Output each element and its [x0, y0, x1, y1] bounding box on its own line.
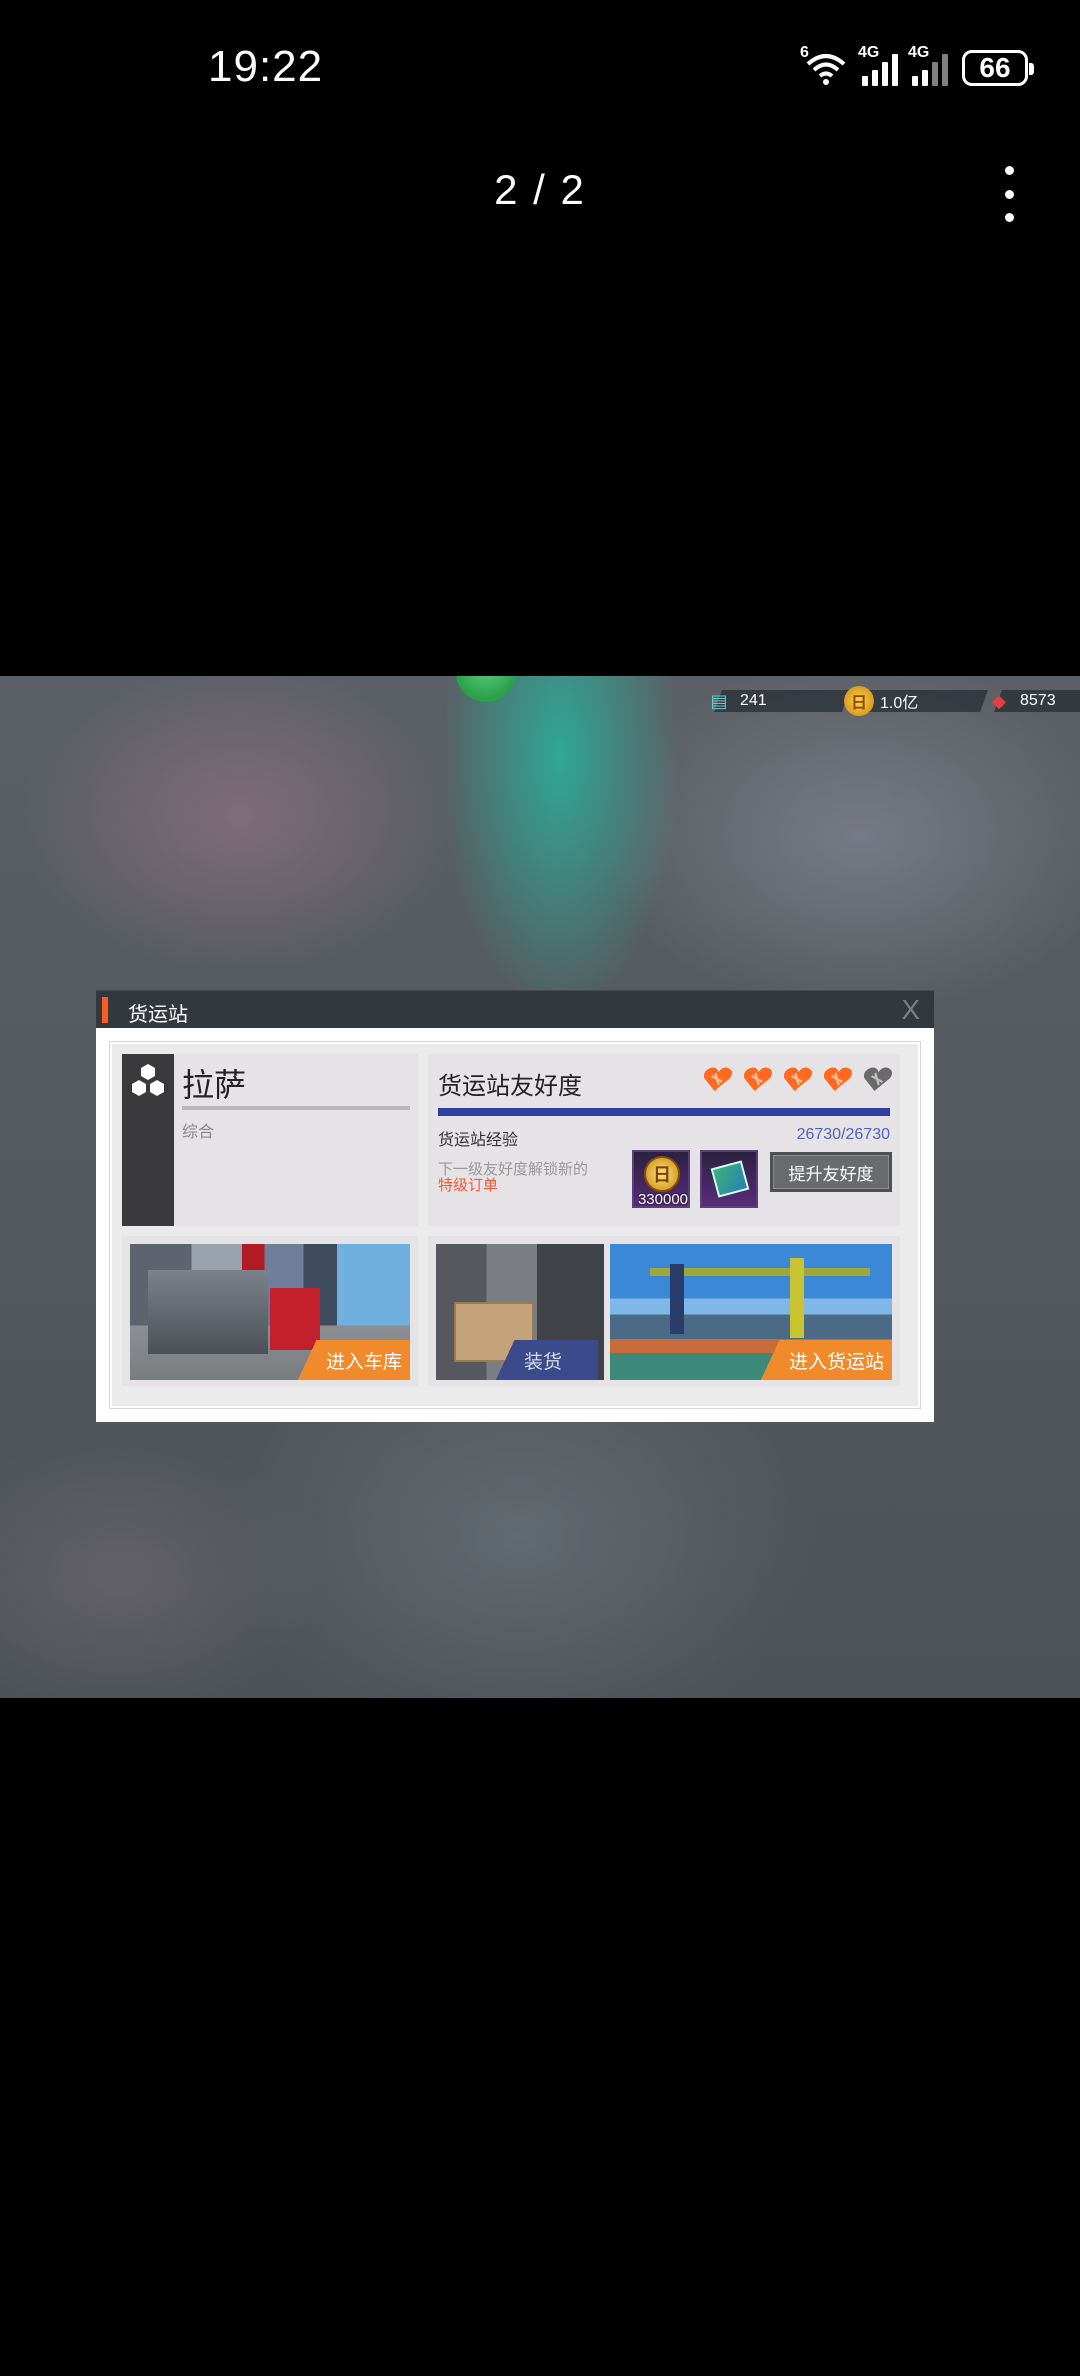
ticket-icon: ▤ [710, 690, 728, 711]
heart-filled-icon [783, 1067, 813, 1091]
station-strip [122, 1054, 174, 1226]
truck-image [148, 1270, 268, 1354]
status-bar: 19:22 6 4G 4G 66 [0, 0, 1080, 140]
next-level-highlight: 特级订单 [438, 1177, 499, 1194]
close-icon[interactable]: X [901, 993, 920, 1027]
crane-image [670, 1264, 684, 1334]
next-level-text: 下一级友好度解锁新的 特级订单 [438, 1162, 588, 1194]
heart-empty-icon [863, 1067, 893, 1091]
friendship-title: 货运站友好度 [438, 1073, 582, 1100]
game-screenshot: ▤ 241 日 1.0亿 ◆ 8573 货运站 X 拉萨 综合 货运站友好度 货… [0, 676, 1080, 1698]
dialog-header: 货运站 X [96, 990, 934, 1028]
tickets-value: 241 [740, 692, 767, 709]
more-vertical-icon[interactable] [994, 166, 1024, 222]
dialog-content: 拉萨 综合 货运站友好度 货运站经验 26730/26730 下一级友好度解锁新… [110, 1042, 920, 1408]
cell-signal-1-icon: 4G [858, 44, 898, 86]
reward-ticket[interactable] [700, 1150, 758, 1208]
enter-station-button[interactable]: 进入货运站 [752, 1340, 892, 1380]
cell-signal-1-label: 4G [858, 44, 880, 61]
station-divider [182, 1106, 410, 1110]
status-icons: 6 4G 4G 66 [800, 44, 1034, 90]
currency-gold: 日 1.0亿 [844, 686, 989, 716]
loading-card: 装货 进入货运站 [428, 1236, 900, 1386]
gem-icon: ◆ [992, 690, 1006, 711]
currency-gems: ◆ 8573 [984, 686, 1080, 716]
heart-filled-icon [703, 1067, 733, 1091]
cell-signal-2-label: 4G [908, 44, 930, 61]
page-indicator: 2 / 2 [494, 166, 586, 213]
dialog-title: 货运站 [128, 1004, 188, 1026]
station-type: 综合 [182, 1124, 215, 1141]
load-cargo-button[interactable]: 装货 [488, 1340, 598, 1380]
upgrade-friendship-button[interactable]: 提升友好度 [770, 1152, 892, 1192]
ticket-icon [710, 1160, 750, 1198]
garage-card[interactable]: 进入车库 [122, 1236, 418, 1386]
battery-level: 66 [979, 52, 1011, 83]
gold-coin-icon: 日 [644, 1156, 680, 1192]
next-level-desc: 下一级友好度解锁新的 [438, 1161, 589, 1178]
gems-value: 8573 [1020, 692, 1056, 709]
gold-coin-icon: 日 [844, 686, 874, 716]
friendship-hearts [702, 1066, 893, 1092]
battery-icon: 66 [962, 50, 1034, 86]
currency-tickets: ▤ 241 [704, 686, 851, 716]
wifi-label: 6 [800, 44, 809, 61]
friendship-exp-bar [438, 1108, 890, 1116]
gold-value: 1.0亿 [880, 695, 919, 712]
top-badge-icon [456, 676, 516, 702]
heart-filled-icon [823, 1067, 853, 1091]
cell-signal-2-icon: 4G [908, 44, 948, 86]
heart-filled-icon [743, 1067, 773, 1091]
friendship-card: 货运站友好度 货运站经验 26730/26730 下一级友好度解锁新的 特级订单… [428, 1054, 900, 1226]
reward-gold-amount: 330000 [637, 1191, 689, 1208]
status-time: 19:22 [208, 42, 324, 91]
freight-station-dialog: 货运站 X 拉萨 综合 货运站友好度 货运站经验 26730/26730 下一级… [96, 990, 934, 1422]
enter-garage-button[interactable]: 进入车库 [289, 1340, 410, 1380]
header-accent [102, 997, 108, 1023]
dialog-body: 拉萨 综合 货运站友好度 货运站经验 26730/26730 下一级友好度解锁新… [96, 1028, 934, 1422]
exp-value: 26730/26730 [796, 1126, 890, 1143]
station-name: 拉萨 [182, 1067, 247, 1103]
crane-image [790, 1258, 804, 1338]
wifi-icon: 6 [800, 44, 848, 86]
hexagon-cluster-icon [132, 1064, 164, 1096]
reward-gold[interactable]: 日 330000 [632, 1150, 690, 1208]
station-info-card: 拉萨 综合 [122, 1054, 418, 1226]
exp-label: 货运站经验 [438, 1132, 519, 1149]
